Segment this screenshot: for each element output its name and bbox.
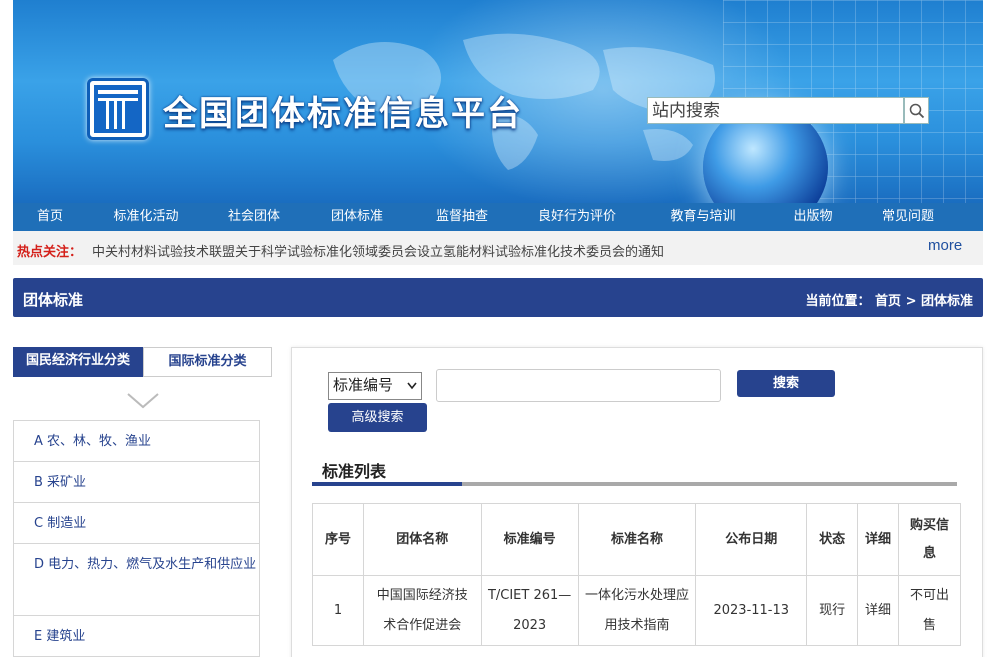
hot-news-bar: 热点关注： 中关村材料试验技术联盟关于科学试验标准化领域委员会设立氢能材料试验标… (13, 231, 983, 265)
cell-date: 2023-11-13 (695, 575, 808, 646)
nav-group-standards[interactable]: 团体标准 (303, 203, 411, 231)
main-nav: 首页 标准化活动 社会团体 团体标准 监督抽查 良好行为评价 教育与培训 出版物… (13, 203, 983, 231)
search-icon (909, 103, 925, 119)
nav-supervision[interactable]: 监督抽查 (411, 203, 513, 231)
site-title: 全国团体标准信息平台 (163, 94, 523, 134)
cell-detail-link[interactable]: 详细 (857, 575, 900, 646)
category-item-b[interactable]: B 采矿业 (14, 462, 259, 503)
header-code: 标准编号 (480, 503, 579, 576)
category-list: A 农、林、牧、渔业 B 采矿业 C 制造业 D 电力、热力、燃气及水生产和供应… (13, 420, 260, 657)
header-date: 公布日期 (695, 503, 808, 576)
chevron-down-icon (407, 382, 417, 390)
section-header: 团体标准 当前位置： 首页 > 团体标准 (13, 278, 983, 317)
breadcrumb: 当前位置： 首页 > 团体标准 (805, 294, 973, 309)
nav-faq[interactable]: 常见问题 (861, 203, 955, 231)
nav-education[interactable]: 教育与培训 (641, 203, 765, 231)
header-buy: 购买信息 (898, 503, 961, 576)
advanced-search-button[interactable]: 高级搜索 (328, 403, 427, 432)
cell-index: 1 (312, 575, 364, 646)
category-item-d[interactable]: D 电力、热力、燃气及水生产和供应业 (14, 544, 259, 616)
table-header-row: 序号 团体名称 标准编号 标准名称 公布日期 状态 详细 购买信息 (312, 503, 961, 576)
hot-news-more-link[interactable]: more (928, 237, 962, 254)
category-item-a[interactable]: A 农、林、牧、渔业 (14, 421, 259, 462)
list-title: 标准列表 (322, 462, 387, 481)
nav-social-groups[interactable]: 社会团体 (205, 203, 303, 231)
keyword-input[interactable] (436, 369, 721, 402)
tab-industry-classification[interactable]: 国民经济行业分类 (13, 347, 143, 377)
cell-name: 一体化污水处理应用技术指南 (577, 575, 697, 646)
category-item-e[interactable]: E 建筑业 (14, 616, 259, 657)
header-detail: 详细 (857, 503, 900, 576)
hot-news-label: 热点关注： (17, 245, 83, 260)
site-search (647, 97, 929, 126)
sidebar-tabs: 国民经济行业分类 国际标准分类 (13, 347, 272, 377)
nav-home[interactable]: 首页 (13, 203, 87, 231)
header-org: 团体名称 (362, 503, 482, 576)
nav-publications[interactable]: 出版物 (765, 203, 861, 231)
search-field-select[interactable]: 标准编号 (328, 372, 422, 400)
cell-org: 中国国际经济技术合作促进会 (362, 575, 482, 646)
header-status: 状态 (806, 503, 859, 576)
nav-good-behavior[interactable]: 良好行为评价 (513, 203, 641, 231)
site-search-button[interactable] (904, 97, 929, 124)
nav-standardization[interactable]: 标准化活动 (87, 203, 205, 231)
site-search-input[interactable] (647, 97, 904, 124)
search-field-select-value: 标准编号 (333, 377, 394, 394)
cell-buy: 不可出售 (898, 575, 961, 646)
standards-table: 序号 团体名称 标准编号 标准名称 公布日期 状态 详细 购买信息 1 中国国际… (312, 503, 961, 646)
chevron-down-icon (127, 393, 159, 409)
hot-news-link[interactable]: 中关村材料试验技术联盟关于科学试验标准化领域委员会设立氢能材料试验标准化技术委员… (92, 241, 664, 260)
standards-panel: 标准编号 搜索 高级搜索 标准列表 序号 团体名称 标准编号 标准名称 公布日期… (291, 347, 983, 657)
site-logo[interactable] (87, 78, 149, 140)
tab-international-classification[interactable]: 国际标准分类 (143, 347, 272, 377)
section-title: 团体标准 (23, 291, 84, 309)
header-name: 标准名称 (577, 503, 697, 576)
header-index: 序号 (312, 503, 364, 576)
search-button[interactable]: 搜索 (737, 370, 835, 397)
list-title-underline (312, 482, 957, 486)
cell-status: 现行 (806, 575, 859, 646)
category-item-c[interactable]: C 制造业 (14, 503, 259, 544)
cell-code: T/CIET 261—2023 (480, 575, 579, 646)
table-row: 1 中国国际经济技术合作促进会 T/CIET 261—2023 一体化污水处理应… (312, 575, 961, 646)
